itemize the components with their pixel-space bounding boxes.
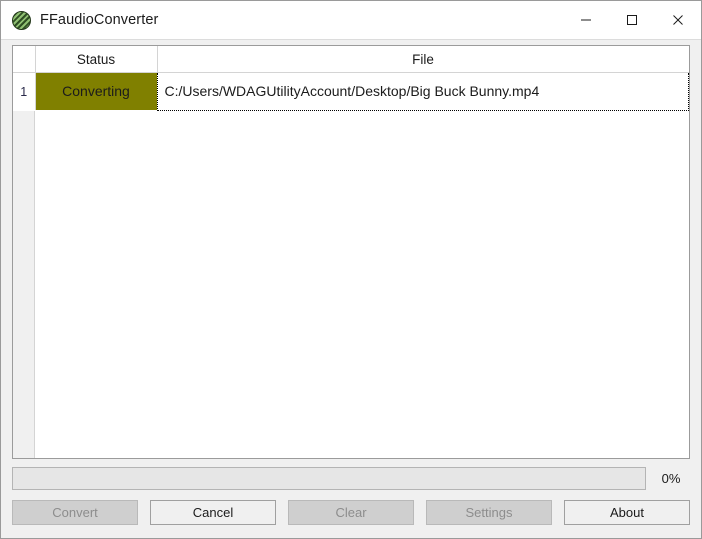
grid-blank-body[interactable] (35, 110, 689, 458)
cell-file[interactable]: C:/Users/WDAGUtilityAccount/Desktop/Big … (156, 72, 689, 111)
app-logo-icon (12, 10, 31, 30)
queue-grid: Status File 1 Converting C:/Users/WDAGUt… (13, 46, 689, 111)
clear-button[interactable]: Clear (288, 500, 414, 525)
queue-grid-body: 1 Converting C:/Users/WDAGUtilityAccount… (13, 72, 689, 111)
close-button[interactable] (655, 1, 701, 39)
cell-status[interactable]: Converting (35, 72, 157, 110)
title-bar: FFaudioConverter (1, 1, 701, 40)
grid-corner (13, 46, 36, 73)
status-badge: Converting (35, 73, 157, 110)
action-button-bar: Convert Cancel Clear Settings About (12, 500, 690, 525)
column-header-file[interactable]: File (157, 46, 689, 73)
settings-button[interactable]: Settings (426, 500, 552, 525)
cancel-button[interactable]: Cancel (150, 500, 276, 525)
file-queue-table[interactable]: Status File 1 Converting C:/Users/WDAGUt… (12, 45, 690, 459)
maximize-button[interactable] (609, 1, 655, 39)
column-header-status[interactable]: Status (35, 46, 158, 73)
grid-rowheader-strip (13, 110, 35, 458)
grid-empty-area[interactable] (13, 110, 689, 458)
window-title: FFaudioConverter (40, 12, 159, 28)
close-icon (672, 14, 684, 26)
queue-grid-header: Status File (13, 46, 689, 73)
table-row[interactable]: 1 Converting C:/Users/WDAGUtilityAccount… (13, 72, 689, 111)
minimize-icon (580, 14, 592, 26)
window-controls (563, 1, 701, 39)
progress-percent-label: 0% (661, 471, 681, 486)
header-row: Status File (13, 46, 689, 73)
row-number: 1 (13, 72, 36, 110)
conversion-progress-bar (12, 467, 646, 490)
progress-row: 0% (12, 467, 690, 490)
minimize-button[interactable] (563, 1, 609, 39)
app-window: FFaudioConverter Status File 1 Convertin… (0, 0, 702, 539)
about-button[interactable]: About (564, 500, 690, 525)
maximize-icon (626, 14, 638, 26)
convert-button[interactable]: Convert (12, 500, 138, 525)
